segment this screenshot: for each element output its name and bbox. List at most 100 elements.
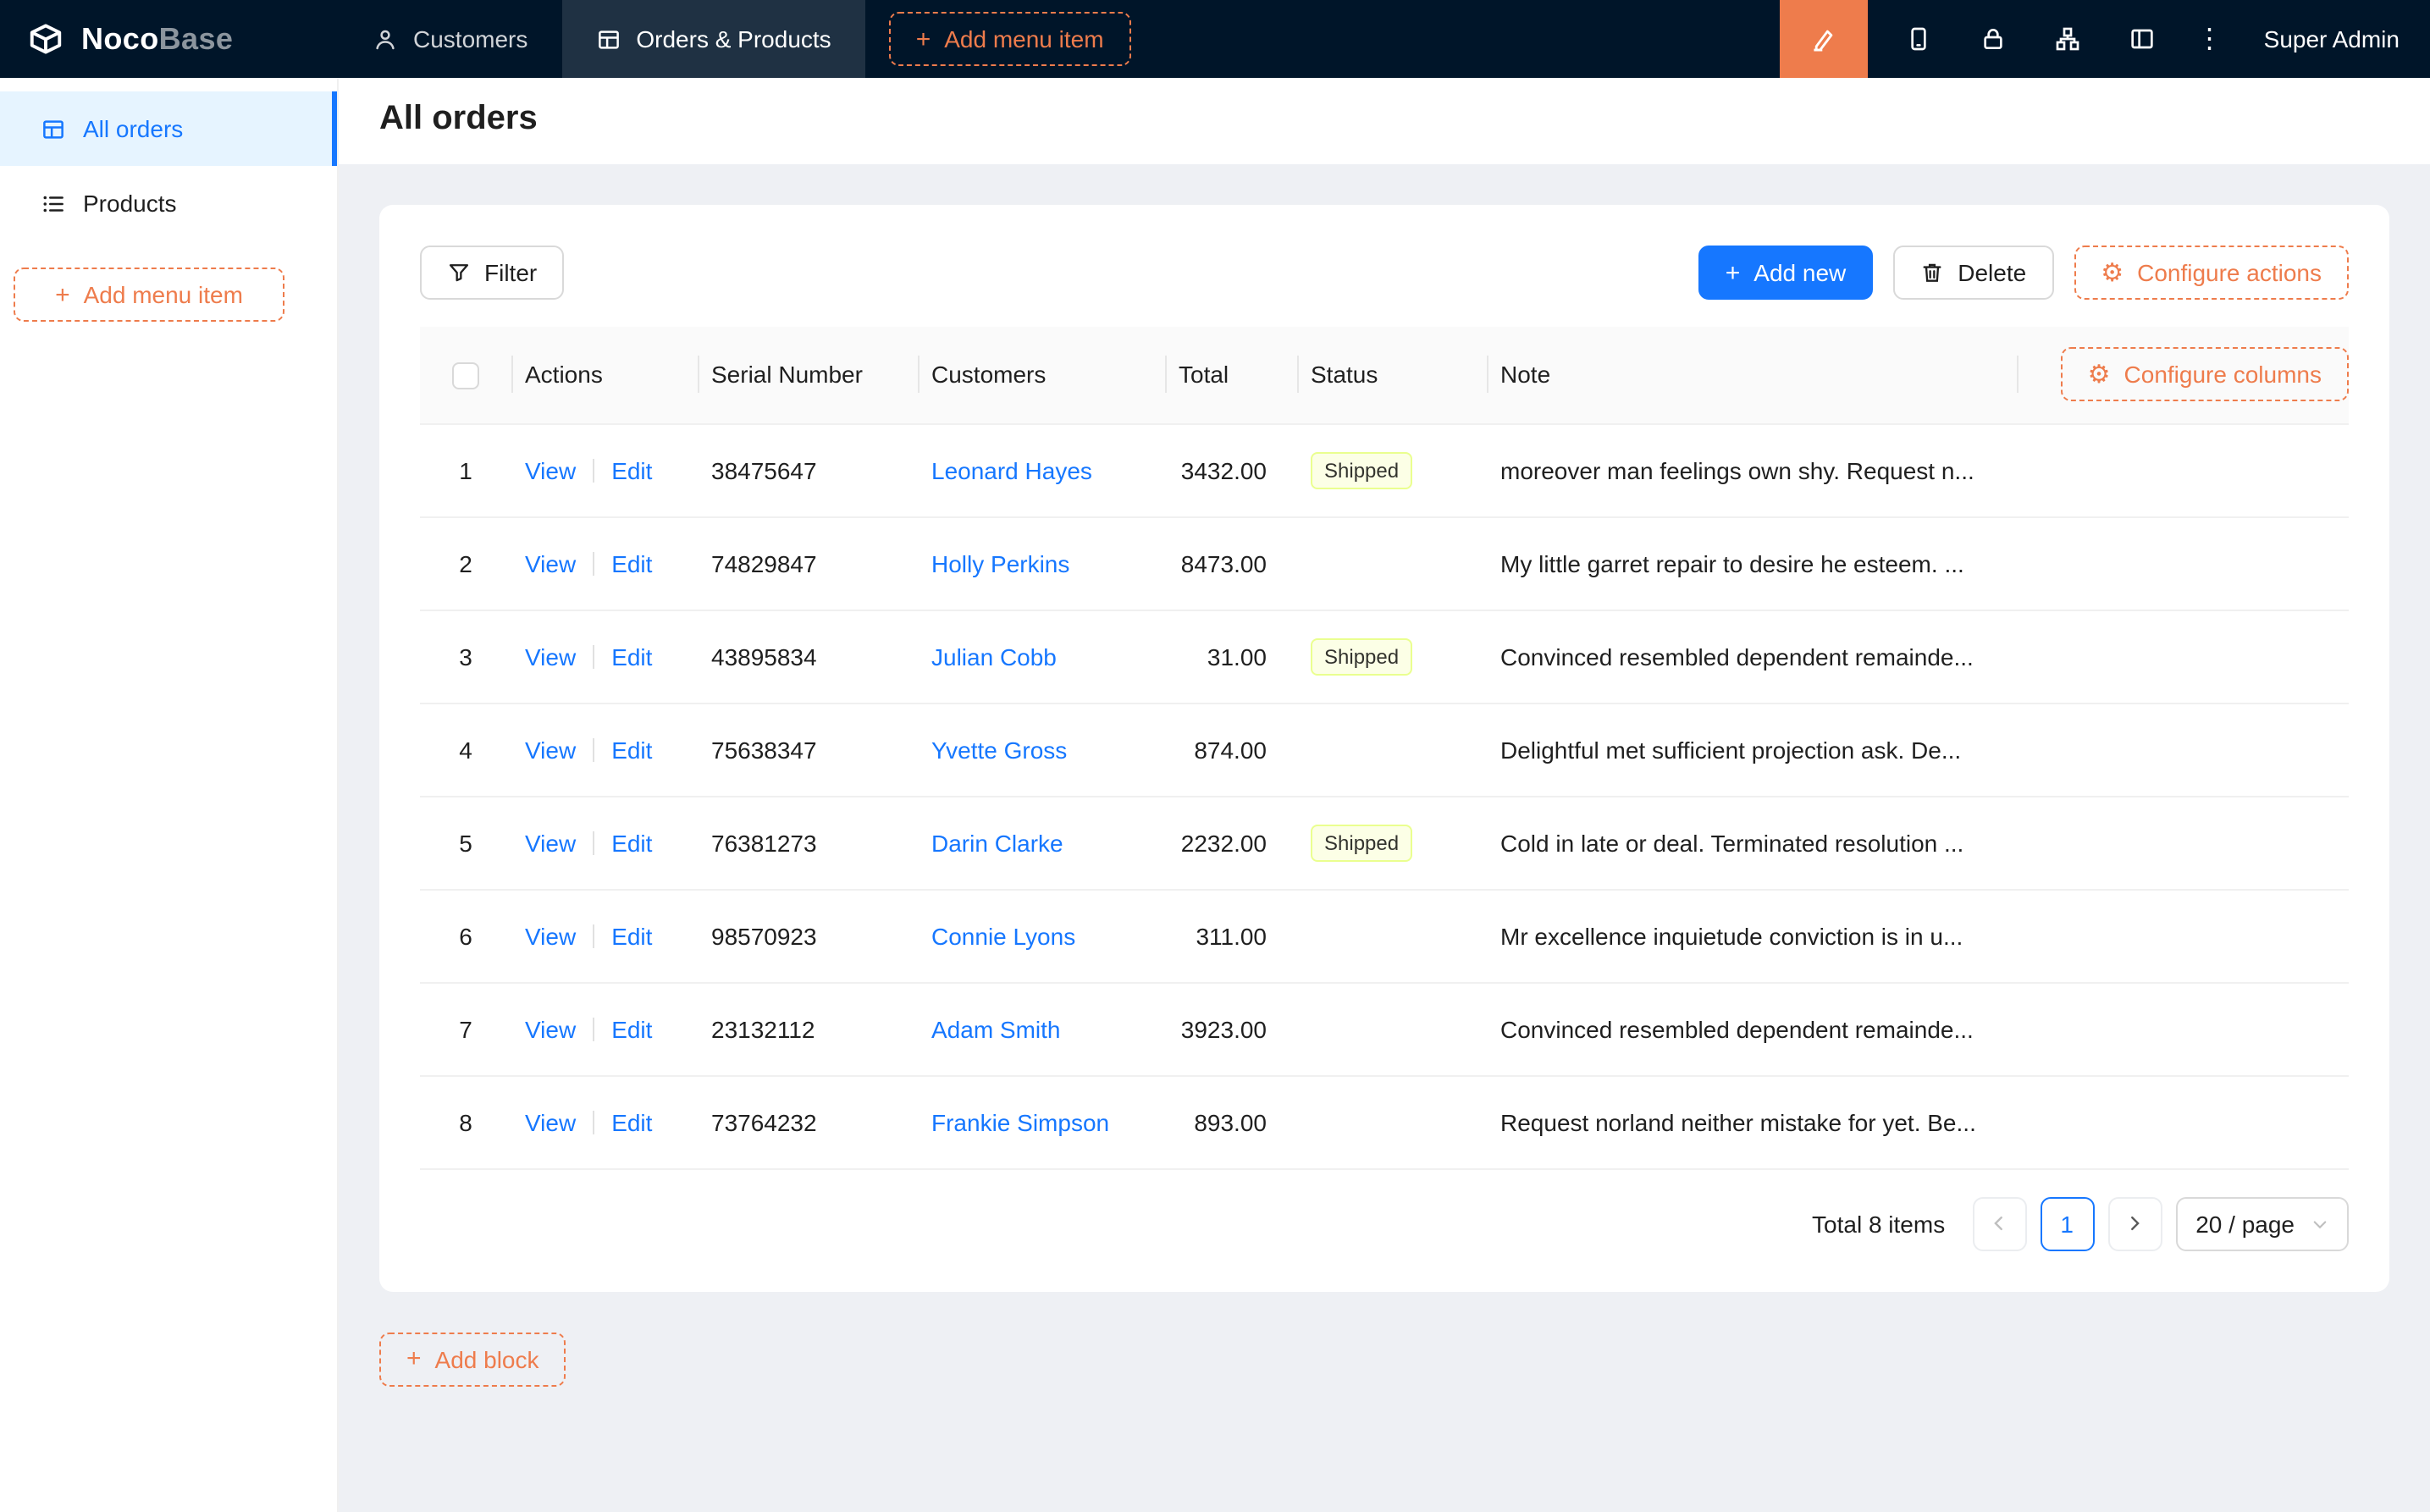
customer-link[interactable]: Frankie Simpson <box>931 1108 1109 1135</box>
status-tag: Shipped <box>1311 637 1412 675</box>
add-menu-item-button-header[interactable]: + Add menu item <box>889 12 1131 66</box>
table-body: 1 ViewEdit 38475647 Leonard Hayes 3432.0… <box>420 423 2349 1168</box>
row-index-cell: 6 <box>420 889 511 982</box>
note-cell: Convinced resembled dependent remainde..… <box>1487 610 2017 703</box>
total-cell: 31.00 <box>1165 610 1297 703</box>
nav-item-label: Orders & Products <box>636 25 831 52</box>
customer-link[interactable]: Adam Smith <box>931 1015 1061 1042</box>
edit-link[interactable]: Edit <box>611 829 652 856</box>
plus-icon: + <box>55 282 70 307</box>
column-header-actions: Actions <box>511 327 698 423</box>
row-actions-cell: View Edit <box>511 703 698 796</box>
add-menu-item-button-sidebar[interactable]: + Add menu item <box>14 268 284 322</box>
layout-icon[interactable] <box>2105 0 2179 78</box>
divider <box>593 1017 594 1040</box>
sidebar-item-products[interactable]: Products <box>0 166 337 240</box>
select-all-checkbox[interactable] <box>452 362 479 389</box>
edit-link[interactable]: Edit <box>611 1108 652 1135</box>
status-tag: Shipped <box>1311 824 1412 861</box>
add-new-button[interactable]: + Add new <box>1698 246 1874 300</box>
total-cell: 311.00 <box>1165 889 1297 982</box>
table-row: 4 ViewEdit 75638347 Yvette Gross 874.00 … <box>420 703 2349 796</box>
row-actions-cell: View Edit <box>511 796 698 889</box>
nav-item-orders-products[interactable]: Orders & Products <box>561 0 864 78</box>
total-cell: 874.00 <box>1165 703 1297 796</box>
customer-link[interactable]: Yvette Gross <box>931 736 1067 763</box>
column-header-serial-number: Serial Number <box>698 327 918 423</box>
view-link[interactable]: View <box>525 1015 576 1042</box>
customer-cell: Darin Clarke <box>918 796 1165 889</box>
nav-item-customers[interactable]: Customers <box>339 0 561 78</box>
ui-editor-highlighter-icon[interactable] <box>1780 0 1868 78</box>
filter-button[interactable]: Filter <box>420 246 564 300</box>
customer-cell: Julian Cobb <box>918 610 1165 703</box>
view-link[interactable]: View <box>525 922 576 949</box>
row-index-cell: 4 <box>420 703 511 796</box>
view-link[interactable]: View <box>525 456 576 483</box>
view-link[interactable]: View <box>525 736 576 763</box>
divider <box>593 551 594 575</box>
user-name[interactable]: Super Admin <box>2264 25 2400 52</box>
tablet-icon[interactable] <box>1881 0 1956 78</box>
serial-number-cell: 74829847 <box>698 516 918 610</box>
view-link[interactable]: View <box>525 549 576 577</box>
serial-number-cell: 98570923 <box>698 889 918 982</box>
view-link[interactable]: View <box>525 829 576 856</box>
list-icon <box>41 190 66 216</box>
page-size-select[interactable]: 20 / page <box>2175 1196 2349 1250</box>
row-actions-cell: View Edit <box>511 889 698 982</box>
ellipsis-icon[interactable]: ⋮ <box>2179 0 2240 78</box>
table-row: 7 ViewEdit 23132112 Adam Smith 3923.00 C… <box>420 982 2349 1075</box>
customer-link[interactable]: Darin Clarke <box>931 829 1063 856</box>
view-link[interactable]: View <box>525 643 576 670</box>
view-link[interactable]: View <box>525 1108 576 1135</box>
spacer-cell <box>2017 1075 2349 1168</box>
customer-link[interactable]: Holly Perkins <box>931 549 1069 577</box>
next-page-button[interactable] <box>2107 1196 2162 1250</box>
delete-button[interactable]: Delete <box>1893 246 2053 300</box>
customer-link[interactable]: Leonard Hayes <box>931 456 1092 483</box>
serial-number-cell: 76381273 <box>698 796 918 889</box>
configure-actions-button[interactable]: ⚙ Configure actions <box>2074 246 2349 300</box>
edit-link[interactable]: Edit <box>611 643 652 670</box>
column-header-status: Status <box>1297 327 1487 423</box>
add-block-button[interactable]: + Add block <box>379 1332 566 1386</box>
row-index-cell: 8 <box>420 1075 511 1168</box>
status-cell <box>1297 1075 1487 1168</box>
gear-icon: ⚙ <box>2088 362 2111 388</box>
previous-page-button[interactable] <box>1972 1196 2026 1250</box>
customer-cell: Adam Smith <box>918 982 1165 1075</box>
note-cell: Convinced resembled dependent remainde..… <box>1487 982 2017 1075</box>
row-actions-cell: View Edit <box>511 516 698 610</box>
edit-link[interactable]: Edit <box>611 922 652 949</box>
edit-link[interactable]: Edit <box>611 736 652 763</box>
serial-number-cell: 23132112 <box>698 982 918 1075</box>
divider <box>593 644 594 668</box>
sidebar-item-all-orders[interactable]: All orders <box>0 91 337 166</box>
edit-link[interactable]: Edit <box>611 549 652 577</box>
edit-link[interactable]: Edit <box>611 1015 652 1042</box>
sitemap-icon[interactable] <box>2030 0 2105 78</box>
customer-link[interactable]: Connie Lyons <box>931 922 1075 949</box>
status-cell: Shipped <box>1297 610 1487 703</box>
page-number-button[interactable]: 1 <box>2040 1196 2094 1250</box>
note-cell: Delightful met sufficient projection ask… <box>1487 703 2017 796</box>
row-actions-cell: View Edit <box>511 610 698 703</box>
table-row: 2 ViewEdit 74829847 Holly Perkins 8473.0… <box>420 516 2349 610</box>
spacer-cell <box>2017 796 2349 889</box>
pagination-total: Total 8 items <box>1812 1210 1945 1237</box>
edit-link[interactable]: Edit <box>611 456 652 483</box>
logo[interactable]: NocoBase <box>0 0 339 78</box>
table-header-row: Actions Serial Number Customers Total St… <box>420 327 2349 423</box>
page-header: All orders <box>339 78 2430 164</box>
column-header-configure: ⚙ Configure columns <box>2017 327 2349 423</box>
row-actions-cell: View Edit <box>511 1075 698 1168</box>
chevron-down-icon <box>2311 1215 2328 1232</box>
status-cell <box>1297 889 1487 982</box>
configure-columns-button[interactable]: ⚙ Configure columns <box>2061 348 2349 402</box>
spacer-cell <box>2017 889 2349 982</box>
customer-link[interactable]: Julian Cobb <box>931 643 1057 670</box>
lock-icon[interactable] <box>1956 0 2030 78</box>
customer-cell: Yvette Gross <box>918 703 1165 796</box>
sidebar-item-label: All orders <box>83 115 183 142</box>
